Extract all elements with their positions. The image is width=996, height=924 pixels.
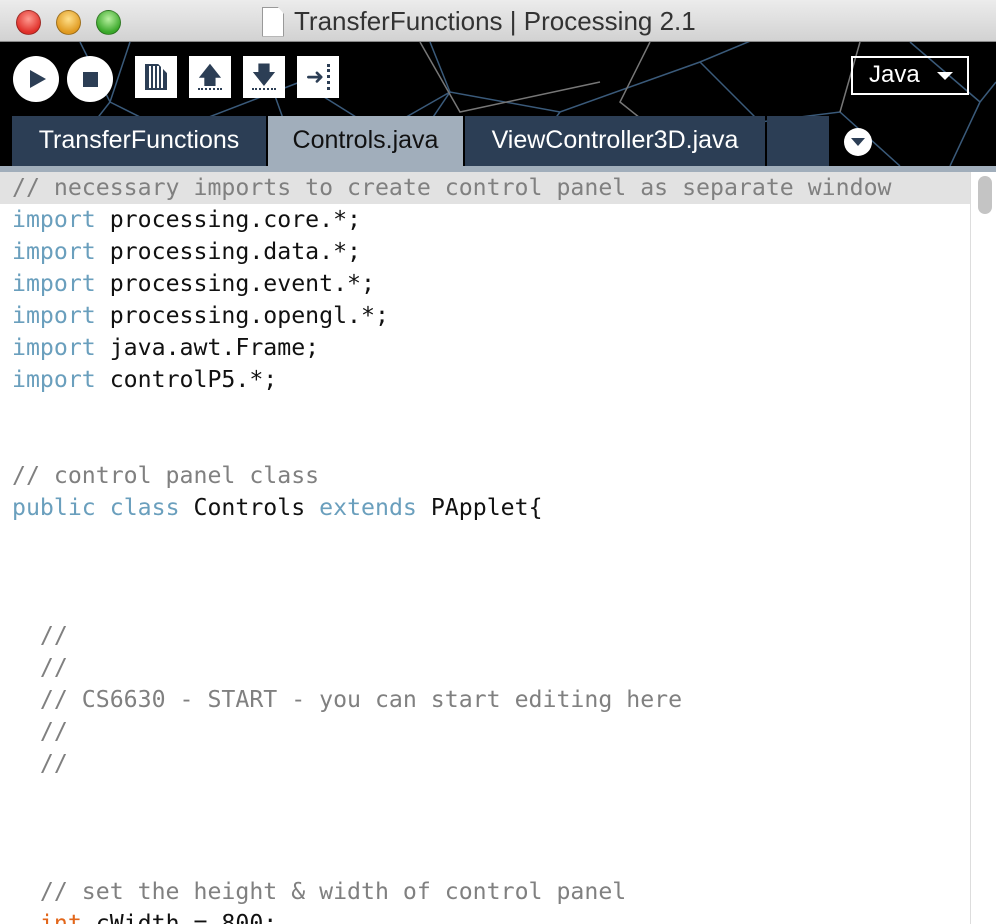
code-line: // bbox=[12, 652, 891, 684]
export-arrow-icon: ➜ bbox=[306, 64, 331, 90]
code-token-kw: public bbox=[12, 494, 96, 521]
code-line: // set the height & width of control pan… bbox=[12, 876, 891, 908]
zoom-window-button[interactable] bbox=[96, 10, 121, 35]
minimize-window-button[interactable] bbox=[56, 10, 81, 35]
code-token-comment: // CS6630 - START - you can start editin… bbox=[39, 686, 683, 713]
code-line: public class Controls extends PApplet{ bbox=[12, 492, 891, 524]
code-token-kw: class bbox=[109, 494, 180, 521]
export-button[interactable]: ➜ bbox=[297, 56, 339, 98]
code-line: // bbox=[12, 620, 891, 652]
download-arrow-icon: 🡇 bbox=[251, 62, 277, 90]
code-token-plain: PApplet{ bbox=[416, 494, 543, 521]
code-token-comment: // set the height & width of control pan… bbox=[39, 878, 627, 905]
code-token-plain: java.awt.Frame; bbox=[95, 334, 320, 361]
code-token-plain: cWidth = 800; bbox=[81, 910, 278, 924]
tab-empty[interactable] bbox=[767, 116, 829, 166]
code-line: import processing.data.*; bbox=[12, 236, 891, 268]
scrollbar-thumb[interactable] bbox=[978, 176, 992, 214]
code-token-plain: processing.event.*; bbox=[95, 270, 375, 297]
tab-menu-button[interactable] bbox=[844, 128, 872, 156]
stop-button[interactable] bbox=[67, 56, 113, 102]
upload-arrow-icon: 🡅 bbox=[197, 62, 223, 90]
code-token-kw: import bbox=[12, 270, 96, 297]
code-line: // bbox=[12, 716, 891, 748]
code-token-kw: import bbox=[12, 206, 96, 233]
mode-selector[interactable]: Java bbox=[851, 56, 969, 95]
tab-controls-java[interactable]: Controls.java bbox=[268, 116, 463, 166]
title-bar: TransferFunctions | Processing 2.1 bbox=[0, 0, 996, 42]
toolbar: 🡅 🡇 ➜ Java TransferFunctions Controls.ja… bbox=[0, 42, 996, 166]
window-title: TransferFunctions | Processing 2.1 bbox=[262, 6, 696, 37]
code-token-kw: extends bbox=[319, 494, 417, 521]
new-button[interactable] bbox=[135, 56, 177, 98]
code-line: // CS6630 - START - you can start editin… bbox=[12, 684, 891, 716]
new-file-icon bbox=[145, 64, 167, 90]
code-token-comment: // bbox=[39, 654, 68, 681]
code-text: // necessary imports to create control p… bbox=[12, 172, 891, 924]
window-title-text: TransferFunctions | Processing 2.1 bbox=[294, 6, 696, 36]
stop-icon bbox=[82, 71, 98, 87]
code-token-type: int bbox=[39, 910, 82, 924]
open-button[interactable]: 🡅 bbox=[189, 56, 231, 98]
tab-viewcontroller3d-java[interactable]: ViewController3D.java bbox=[465, 116, 765, 166]
run-button[interactable] bbox=[13, 56, 59, 102]
code-token-comment: // bbox=[39, 750, 68, 777]
code-line: import processing.core.*; bbox=[12, 204, 891, 236]
code-line: int cWidth = 800; bbox=[12, 908, 891, 924]
code-line: // necessary imports to create control p… bbox=[12, 172, 891, 204]
document-icon bbox=[262, 6, 284, 37]
code-editor[interactable]: // necessary imports to create control p… bbox=[0, 172, 970, 924]
save-button[interactable]: 🡇 bbox=[243, 56, 285, 98]
close-window-button[interactable] bbox=[16, 10, 41, 35]
mode-label: Java bbox=[869, 61, 920, 88]
play-icon bbox=[30, 70, 46, 88]
code-line: // control panel class bbox=[12, 460, 891, 492]
code-token-comment: // bbox=[39, 718, 68, 745]
code-token-plain: controlP5.*; bbox=[95, 366, 278, 393]
code-token-kw: import bbox=[12, 366, 96, 393]
code-token-kw: import bbox=[12, 334, 96, 361]
code-token-kw: import bbox=[12, 302, 96, 329]
code-line: import processing.event.*; bbox=[12, 268, 891, 300]
vertical-scrollbar[interactable] bbox=[970, 172, 996, 924]
chevron-down-icon bbox=[937, 72, 953, 80]
code-token-plain: Controls bbox=[179, 494, 320, 521]
code-line: import processing.opengl.*; bbox=[12, 300, 891, 332]
code-token-plain: processing.data.*; bbox=[95, 238, 362, 265]
code-line: import java.awt.Frame; bbox=[12, 332, 891, 364]
code-token-comment: // necessary imports to create control p… bbox=[12, 174, 892, 201]
code-token-comment: // bbox=[39, 622, 68, 649]
code-line: import controlP5.*; bbox=[12, 364, 891, 396]
code-token-plain: processing.core.*; bbox=[95, 206, 362, 233]
code-token-plain: processing.opengl.*; bbox=[95, 302, 389, 329]
tab-transferfunctions[interactable]: TransferFunctions bbox=[12, 116, 266, 166]
code-token-kw: import bbox=[12, 238, 96, 265]
code-line: // bbox=[12, 748, 891, 780]
code-token-comment: // control panel class bbox=[12, 462, 320, 489]
